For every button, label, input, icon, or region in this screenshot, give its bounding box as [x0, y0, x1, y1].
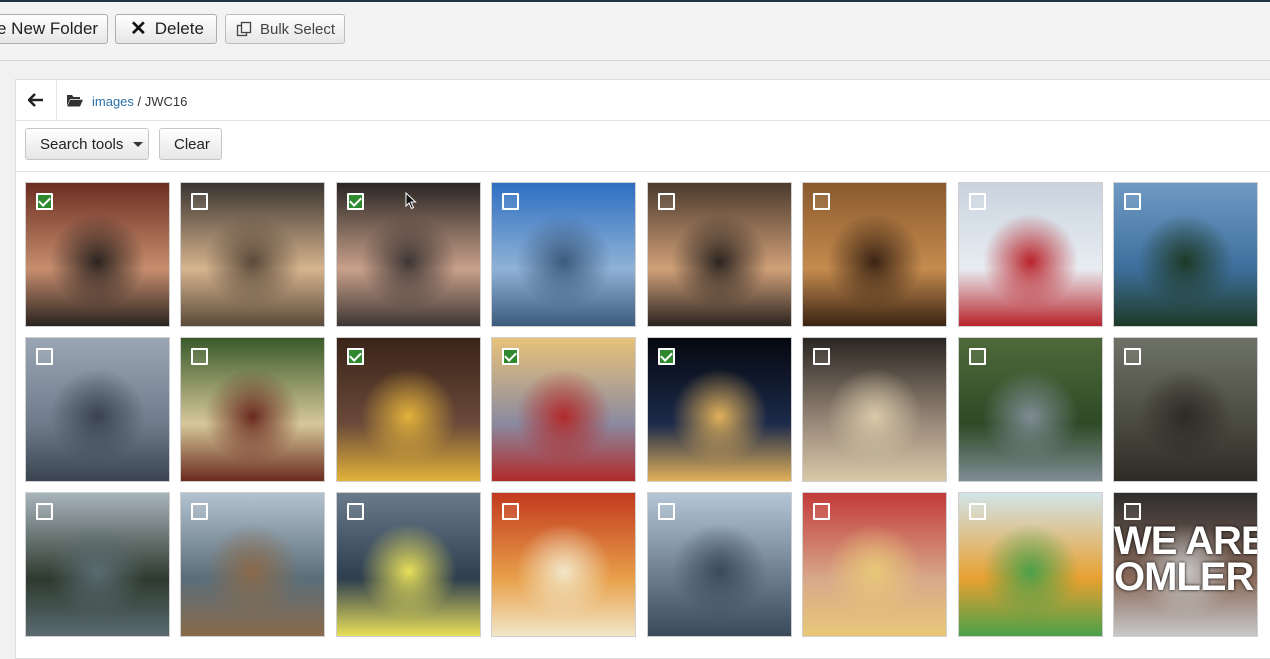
image-select-checkbox[interactable] — [502, 348, 519, 365]
image-select-checkbox[interactable] — [969, 503, 986, 520]
bulk-select-button[interactable]: Bulk Select — [225, 14, 345, 44]
image-thumbnail[interactable] — [491, 182, 636, 327]
image-thumbnail[interactable] — [958, 492, 1103, 637]
image-select-checkbox[interactable] — [36, 503, 53, 520]
caret-down-icon — [133, 141, 144, 147]
image-thumbnail[interactable] — [647, 337, 792, 482]
image-select-checkbox[interactable] — [502, 503, 519, 520]
image-thumbnail[interactable] — [1113, 182, 1258, 327]
image-thumbnail[interactable] — [25, 182, 170, 327]
image-select-checkbox[interactable] — [969, 193, 986, 210]
image-thumbnail[interactable] — [336, 337, 481, 482]
clear-label: Clear — [174, 135, 210, 153]
image-thumbnail[interactable] — [336, 492, 481, 637]
breadcrumb-link-images[interactable]: images — [92, 94, 134, 109]
image-thumbnail[interactable] — [1113, 337, 1258, 482]
arrow-left-icon — [28, 93, 43, 107]
image-thumbnail[interactable] — [802, 492, 947, 637]
back-button[interactable] — [16, 80, 57, 120]
image-thumbnail[interactable] — [180, 337, 325, 482]
delete-button[interactable]: ✕ Delete — [115, 14, 217, 44]
image-select-checkbox[interactable] — [1124, 193, 1141, 210]
image-select-checkbox[interactable] — [813, 193, 830, 210]
image-select-checkbox[interactable] — [347, 348, 364, 365]
filter-bar: Search tools Clear — [16, 120, 1270, 172]
folder-open-icon — [67, 95, 83, 107]
image-select-checkbox[interactable] — [1124, 348, 1141, 365]
mouse-cursor-icon — [405, 192, 417, 210]
image-select-checkbox[interactable] — [191, 193, 208, 210]
image-thumbnail[interactable]: WE ARE OMLER — [1113, 492, 1258, 637]
image-thumbnail[interactable] — [491, 337, 636, 482]
image-select-checkbox[interactable] — [191, 503, 208, 520]
image-select-checkbox[interactable] — [1124, 503, 1141, 520]
image-select-checkbox[interactable] — [502, 193, 519, 210]
copy-icon — [236, 21, 252, 37]
close-icon: ✕ — [130, 18, 147, 40]
image-select-checkbox[interactable] — [813, 503, 830, 520]
delete-label: Delete — [154, 19, 204, 38]
breadcrumb: images / JWC16 — [92, 94, 187, 109]
image-overlay-text: WE ARE OMLER — [1114, 519, 1257, 599]
image-select-checkbox[interactable] — [191, 348, 208, 365]
toolbar: e New Folder ✕ Delete Bulk Select — [0, 2, 1270, 61]
image-select-checkbox[interactable] — [969, 348, 986, 365]
image-thumbnail[interactable] — [25, 492, 170, 637]
search-tools-button[interactable]: Search tools — [25, 128, 149, 160]
image-thumbnail[interactable] — [180, 182, 325, 327]
image-thumbnail[interactable] — [180, 492, 325, 637]
search-tools-label: Search tools — [40, 135, 124, 153]
new-folder-label: e New Folder — [0, 19, 99, 38]
navigation-bar: images / JWC16 — [16, 80, 1270, 121]
breadcrumb-current: JWC16 — [144, 94, 188, 109]
clear-button[interactable]: Clear — [159, 128, 222, 160]
image-thumbnail[interactable] — [958, 182, 1103, 327]
image-select-checkbox[interactable] — [813, 348, 830, 365]
bulk-select-label: Bulk Select — [260, 20, 336, 38]
new-folder-button[interactable]: e New Folder — [0, 14, 108, 44]
image-select-checkbox[interactable] — [658, 348, 675, 365]
image-thumbnail[interactable] — [25, 337, 170, 482]
image-select-checkbox[interactable] — [36, 193, 53, 210]
image-select-checkbox[interactable] — [658, 193, 675, 210]
image-thumbnail[interactable] — [491, 492, 636, 637]
breadcrumb-separator: / — [133, 94, 145, 109]
image-select-checkbox[interactable] — [347, 503, 364, 520]
image-thumbnail[interactable] — [958, 337, 1103, 482]
image-select-checkbox[interactable] — [347, 193, 364, 210]
image-thumbnail[interactable] — [802, 337, 947, 482]
image-thumbnail[interactable] — [802, 182, 947, 327]
image-thumbnail[interactable] — [647, 182, 792, 327]
image-select-checkbox[interactable] — [658, 503, 675, 520]
image-thumbnail[interactable] — [647, 492, 792, 637]
image-select-checkbox[interactable] — [36, 348, 53, 365]
